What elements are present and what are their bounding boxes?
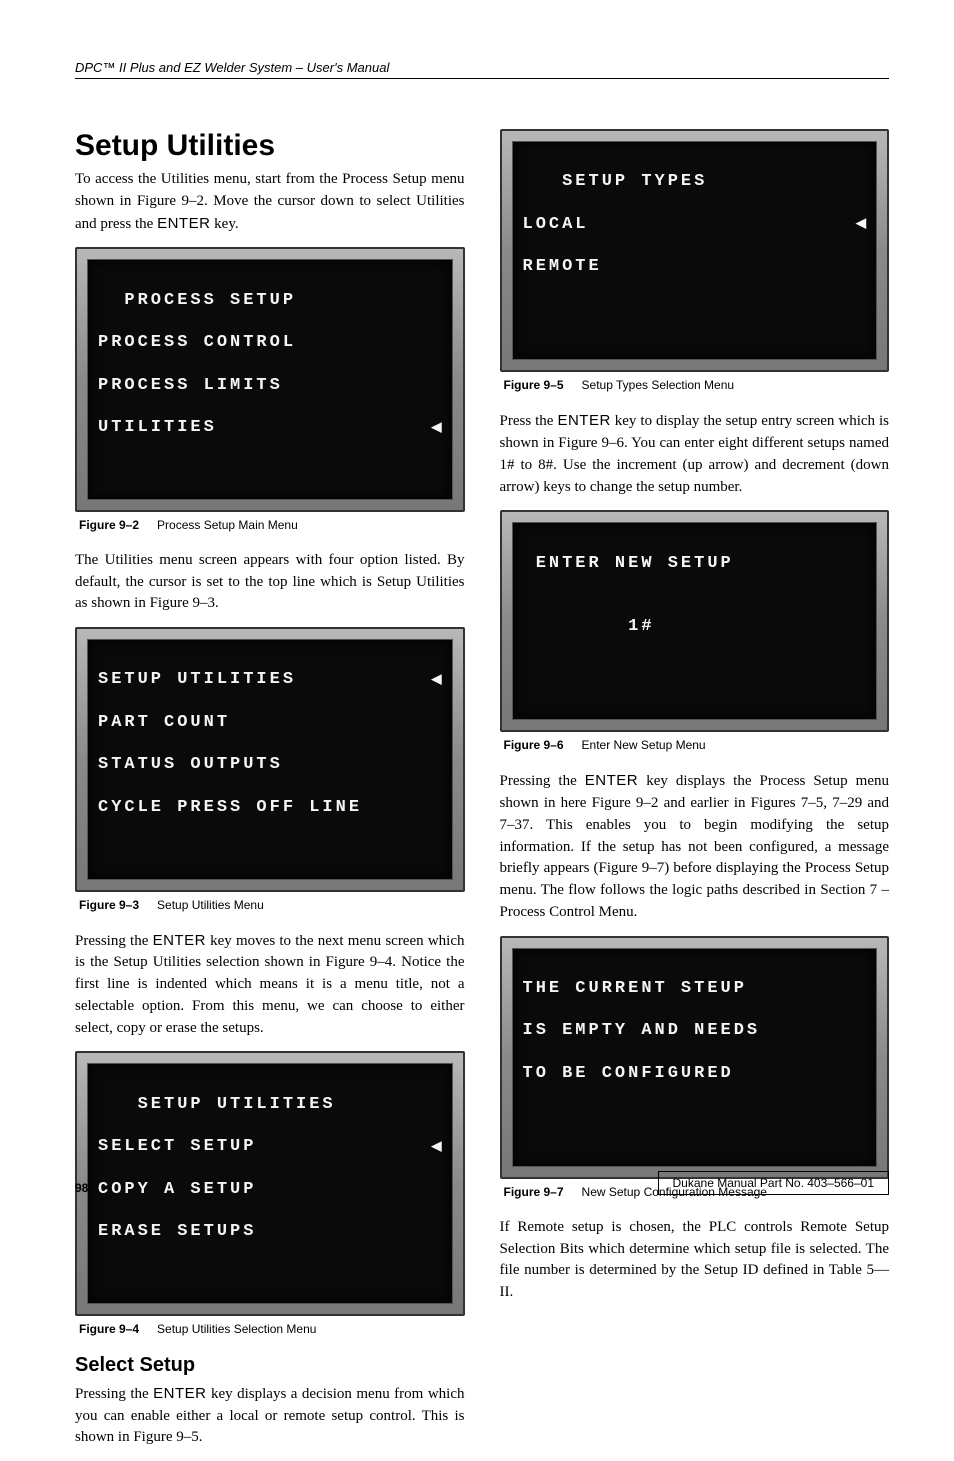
lcd-screen: SETUP UTILITIES◀ PART COUNT STATUS OUTPU… xyxy=(87,639,453,880)
text: Pressing the xyxy=(500,773,585,789)
lcd-screen: SETUP TYPES LOCAL◀ REMOTE xyxy=(512,141,878,360)
running-head: DPC™ II Plus and EZ Welder System – User… xyxy=(75,60,889,79)
paragraph: Pressing the ENTER key moves to the next… xyxy=(75,930,465,1040)
paragraph: Pressing the ENTER key displays a decisi… xyxy=(75,1383,465,1449)
figure-9-5: SETUP TYPES LOCAL◀ REMOTE xyxy=(500,129,890,372)
subsection-title: Select Setup xyxy=(75,1354,465,1377)
paragraph: If Remote setup is chosen, the PLC contr… xyxy=(500,1217,890,1304)
lcd-screen: PROCESS SETUP PROCESS CONTROL PROCESS LI… xyxy=(87,259,453,500)
page-footer: 98 Dukane Manual Part No. 403–566–01 xyxy=(75,1171,889,1195)
figure-caption: Figure 9–3Setup Utilities Menu xyxy=(79,898,465,912)
figure-caption: Figure 9–4Setup Utilities Selection Menu xyxy=(79,1322,465,1336)
cursor-icon: ◀ xyxy=(432,1139,442,1155)
lcd-screen: ENTER NEW SETUP 1# xyxy=(512,522,878,720)
key-name: ENTER xyxy=(157,215,210,232)
lcd-screen: THE CURRENT STEUP IS EMPTY AND NEEDS TO … xyxy=(512,948,878,1167)
text: key. xyxy=(210,216,238,232)
text: Pressing the xyxy=(75,933,153,949)
text: Pressing the xyxy=(75,1386,153,1402)
figure-9-7: THE CURRENT STEUP IS EMPTY AND NEEDS TO … xyxy=(500,936,890,1179)
text: To access the Utilities menu, start from… xyxy=(75,171,465,232)
right-column: SETUP TYPES LOCAL◀ REMOTE Figure 9–5Setu… xyxy=(500,129,890,1461)
figure-9-3: SETUP UTILITIES◀ PART COUNT STATUS OUTPU… xyxy=(75,627,465,892)
key-name: ENTER xyxy=(153,932,206,949)
section-title: Setup Utilities xyxy=(75,129,465,163)
figure-9-6: ENTER NEW SETUP 1# xyxy=(500,510,890,732)
text: key displays the Process Setup menu show… xyxy=(500,773,890,920)
cursor-icon: ◀ xyxy=(856,216,866,232)
text: Press the xyxy=(500,413,558,429)
cursor-icon: ◀ xyxy=(432,672,442,688)
paragraph: To access the Utilities menu, start from… xyxy=(75,169,465,235)
key-name: ENTER xyxy=(557,412,610,429)
figure-caption: Figure 9–6Enter New Setup Menu xyxy=(504,738,890,752)
cursor-icon: ◀ xyxy=(432,420,442,436)
key-name: ENTER xyxy=(585,772,638,789)
page-number: 98 xyxy=(75,1181,88,1195)
manual-part-number: Dukane Manual Part No. 403–566–01 xyxy=(658,1171,889,1195)
paragraph: The Utilities menu screen appears with f… xyxy=(75,550,465,615)
left-column: Setup Utilities To access the Utilities … xyxy=(75,129,465,1461)
figure-9-2: PROCESS SETUP PROCESS CONTROL PROCESS LI… xyxy=(75,247,465,512)
paragraph: Press the ENTER key to display the setup… xyxy=(500,410,890,498)
paragraph: Pressing the ENTER key displays the Proc… xyxy=(500,770,890,923)
figure-caption: Figure 9–2Process Setup Main Menu xyxy=(79,518,465,532)
figure-caption: Figure 9–5Setup Types Selection Menu xyxy=(504,378,890,392)
key-name: ENTER xyxy=(153,1385,206,1402)
